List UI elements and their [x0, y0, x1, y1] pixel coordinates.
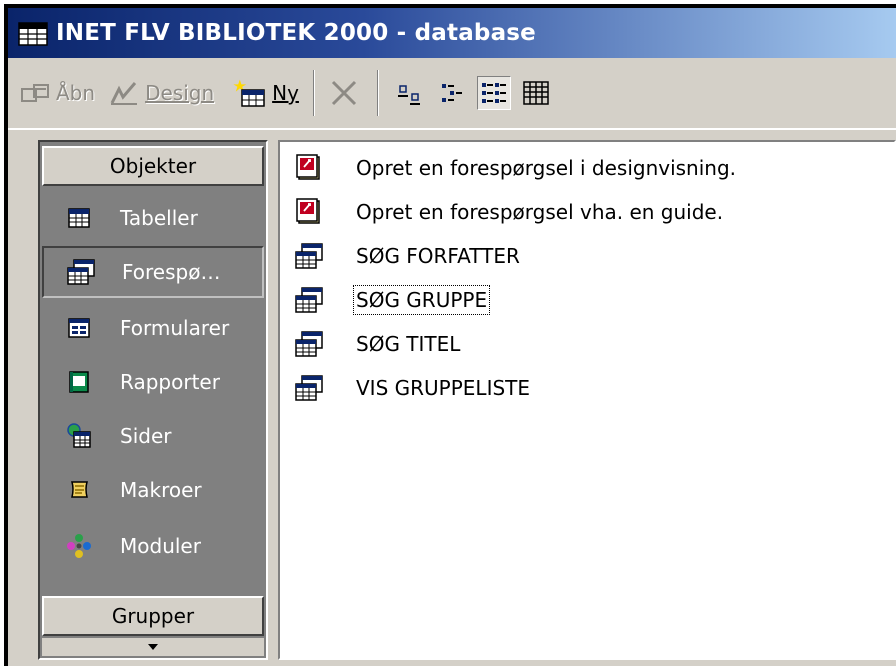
details-view-button[interactable] — [519, 76, 553, 110]
list-item[interactable]: SØG FORFATTER — [294, 236, 520, 276]
query-icon — [294, 241, 324, 271]
large-icons-view-button[interactable] — [393, 76, 427, 110]
window-title: INET FLV BIBLIOTEK 2000 - database — [56, 20, 536, 46]
report-icon — [64, 367, 94, 397]
sidebar-item-reports[interactable]: Rapporter — [42, 356, 264, 408]
sidebar-item-label: Sider — [120, 424, 172, 448]
open-label: Åbn — [56, 81, 96, 105]
sidebar-item-label: Rapporter — [120, 370, 220, 394]
create-wizard-icon — [294, 197, 324, 227]
database-window-icon — [18, 22, 48, 46]
sidebar-item-macros[interactable]: Makroer — [42, 464, 264, 516]
objects-group-button[interactable]: Objekter — [42, 146, 264, 186]
objects-bar: Objekter Tabeller Forespø… Formularer Ra… — [38, 140, 268, 660]
list-item[interactable]: VIS GRUPPELISTE — [294, 368, 530, 408]
groups-button[interactable]: Grupper — [42, 596, 264, 636]
list-icon — [481, 83, 506, 103]
details-icon — [523, 81, 549, 105]
list-item-label: SØG TITEL — [356, 332, 461, 356]
delete-icon — [331, 80, 356, 106]
query-icon — [66, 257, 96, 287]
list-item-label: SØG FORFATTER — [356, 244, 520, 268]
list-view-button[interactable] — [476, 76, 511, 110]
sidebar-item-tables[interactable]: Tabeller — [42, 192, 264, 244]
list-item-label: Opret en forespørgsel i designvisning. — [356, 156, 737, 180]
design-label: Design — [145, 81, 215, 105]
small-icons-icon — [441, 84, 462, 102]
sidebar-item-label: Formularer — [120, 316, 230, 340]
chevron-down-icon — [148, 644, 158, 650]
sidebar-item-label: Makroer — [120, 478, 202, 502]
list-item[interactable]: Opret en forespørgsel vha. en guide. — [294, 192, 723, 232]
large-icons-icon — [397, 85, 420, 105]
sidebar-item-label: Forespø… — [122, 260, 221, 284]
list-item[interactable]: Opret en forespørgsel i designvisning. — [294, 148, 736, 188]
form-icon — [64, 313, 94, 343]
design-button[interactable]: Design — [105, 71, 218, 115]
macro-icon — [64, 475, 94, 505]
list-item[interactable]: SØG TITEL — [294, 324, 460, 364]
list-item-label: VIS GRUPPELISTE — [356, 376, 531, 400]
module-icon — [64, 531, 94, 561]
sidebar-item-pages[interactable]: Sider — [42, 410, 264, 462]
page-icon — [64, 421, 94, 451]
create-wizard-icon — [294, 153, 324, 183]
list-item-label: Opret en forespørgsel vha. en guide. — [356, 200, 724, 224]
new-icon — [233, 79, 265, 107]
sidebar-item-label: Moduler — [120, 534, 201, 558]
database-window: INET FLV BIBLIOTEK 2000 - database Åbn D… — [4, 4, 896, 666]
small-icons-view-button[interactable] — [435, 76, 469, 110]
list-item-label: SØG GRUPPE — [352, 285, 491, 315]
query-icon — [294, 373, 324, 403]
toolbar-separator — [376, 70, 379, 116]
object-list: Opret en forespørgsel i designvisning. O… — [278, 140, 896, 660]
toolbar: Åbn Design Ny — [8, 58, 896, 130]
sidebar-item-modules[interactable]: Moduler — [42, 520, 264, 572]
objects-header-label: Objekter — [109, 154, 197, 178]
new-button[interactable]: Ny — [228, 71, 303, 115]
open-button[interactable]: Åbn — [16, 71, 99, 115]
sidebar-item-forms[interactable]: Formularer — [42, 302, 264, 354]
new-label: Ny — [272, 81, 299, 105]
query-icon — [294, 329, 324, 359]
table-icon — [64, 203, 94, 233]
objects-scroll-down-button[interactable] — [42, 638, 264, 656]
delete-button[interactable] — [325, 71, 367, 115]
toolbar-separator — [312, 70, 315, 116]
sidebar-item-label: Tabeller — [120, 206, 198, 230]
design-icon — [110, 82, 138, 105]
query-icon — [294, 285, 324, 315]
title-bar[interactable]: INET FLV BIBLIOTEK 2000 - database — [8, 8, 896, 58]
groups-label: Grupper — [111, 604, 195, 628]
open-icon — [21, 84, 49, 102]
sidebar-item-queries[interactable]: Forespø… — [42, 246, 264, 298]
list-item[interactable]: SØG GRUPPE — [294, 280, 491, 320]
